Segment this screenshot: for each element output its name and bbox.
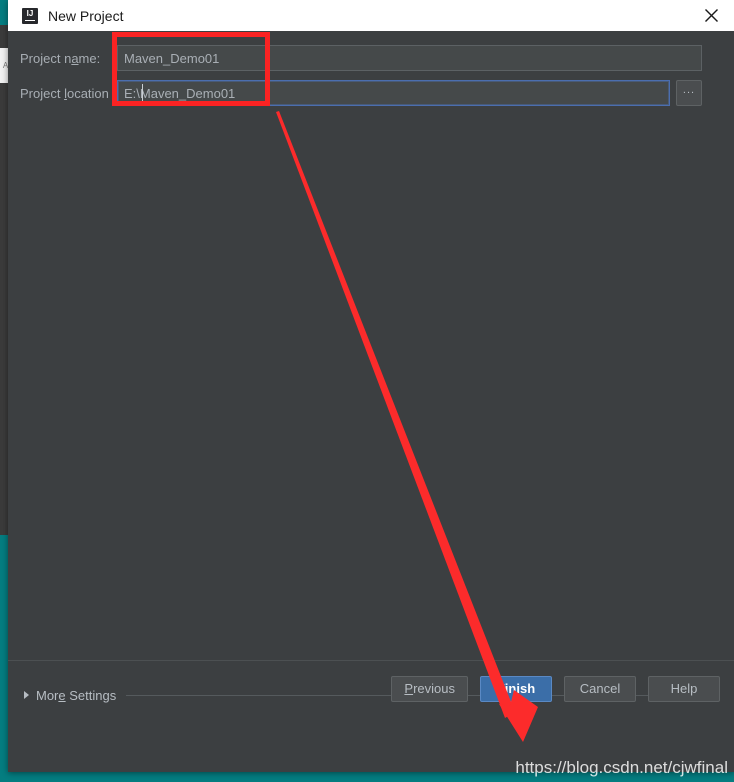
dialog-titlebar: IJ New Project <box>8 0 734 31</box>
help-button-label: Help <box>670 680 698 696</box>
project-location-input[interactable] <box>117 80 670 106</box>
project-name-label-part1: Project n <box>20 50 72 66</box>
project-location-label: Project location <box>8 86 117 101</box>
close-icon <box>704 9 718 22</box>
previous-button-label: revious <box>413 680 455 696</box>
project-location-row: Project location ... <box>8 80 734 106</box>
text-caret <box>142 84 143 102</box>
project-location-label-part2: ocation <box>66 85 109 101</box>
help-button[interactable]: Help <box>648 675 720 702</box>
project-name-label-part2: me: <box>78 50 101 66</box>
cancel-button-label: Cancel <box>579 680 621 696</box>
previous-button[interactable]: Previous <box>391 675 468 702</box>
watermark-text: https://blog.csdn.net/cjwfinal <box>515 758 728 777</box>
finish-button[interactable]: Finish <box>480 675 552 702</box>
dialog-body: Project name: Project location ... More … <box>8 31 734 716</box>
project-name-row: Project name: <box>8 45 734 71</box>
finish-button-label: inish <box>504 680 536 696</box>
intellij-idea-icon-bar <box>25 19 35 21</box>
project-name-input[interactable] <box>117 45 702 71</box>
finish-button-mnemonic: F <box>496 680 505 696</box>
project-location-label-part1: Project <box>20 85 65 101</box>
intellij-idea-icon: IJ <box>22 7 38 24</box>
close-button[interactable] <box>688 0 734 31</box>
project-name-input-wrap <box>117 45 702 71</box>
project-location-input-wrap <box>117 80 670 106</box>
dialog-button-bar: Previous Finish Cancel Help <box>8 660 734 716</box>
dialog-title: New Project <box>48 7 124 24</box>
new-project-dialog: IJ New Project Project name: Project loc… <box>8 0 734 772</box>
browse-folder-button[interactable]: ... <box>676 80 702 106</box>
cancel-button[interactable]: Cancel <box>564 675 636 702</box>
project-name-label-mnemonic: a <box>71 50 79 66</box>
project-name-label: Project name: <box>8 51 117 66</box>
previous-button-mnemonic: P <box>404 680 414 696</box>
intellij-idea-icon-text: IJ <box>26 8 34 18</box>
